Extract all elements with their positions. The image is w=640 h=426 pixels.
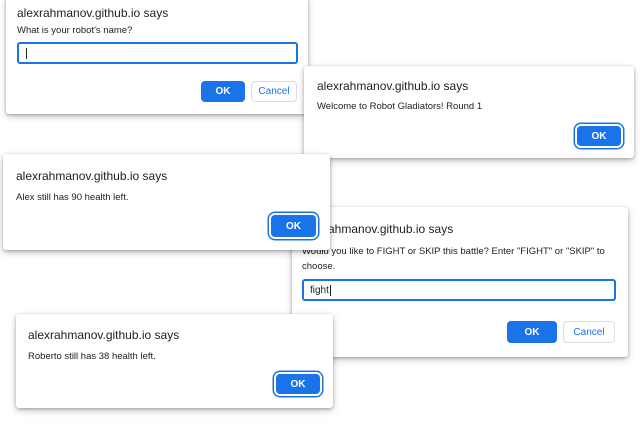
dialog-title: alexrahmanov.github.io says xyxy=(16,169,168,183)
robot-name-input[interactable] xyxy=(17,42,298,64)
robot-name-prompt-dialog: alexrahmanov.github.io says What is your… xyxy=(6,0,308,114)
alex-health-alert-dialog: alexrahmanov.github.io says Alex still h… xyxy=(3,154,330,250)
dialog-message: Welcome to Robot Gladiators! Round 1 xyxy=(317,101,483,112)
input-value: fight xyxy=(310,284,329,296)
ok-button[interactable]: OK xyxy=(201,81,245,102)
ok-button[interactable]: OK xyxy=(276,374,320,394)
dialog-message: What is your robot's name? xyxy=(17,25,133,36)
dialog-message: Alex still has 90 health left. xyxy=(16,192,129,203)
welcome-alert-dialog: alexrahmanov.github.io says Welcome to R… xyxy=(304,66,634,158)
ok-button[interactable]: OK xyxy=(271,215,316,237)
fight-or-skip-input[interactable]: fight xyxy=(302,279,616,301)
dialog-message: Would you like to FIGHT or SKIP this bat… xyxy=(302,246,605,272)
cancel-button[interactable]: Cancel xyxy=(563,321,615,343)
cancel-button[interactable]: Cancel xyxy=(251,81,297,102)
text-caret xyxy=(26,47,27,59)
dialog-title: alexrahmanov.github.io says xyxy=(28,328,180,342)
dialog-message: Roberto still has 38 health left. xyxy=(28,351,156,362)
text-caret xyxy=(329,284,331,296)
screen: alexrahmanov.github.io says What is your… xyxy=(0,0,640,426)
ok-button[interactable]: OK xyxy=(577,126,621,146)
roberto-health-alert-dialog: alexrahmanov.github.io says Roberto stil… xyxy=(16,314,333,408)
fight-or-skip-prompt-dialog: alexrahmanov.github.io says Would you li… xyxy=(292,207,628,357)
dialog-title: alexrahmanov.github.io says xyxy=(317,79,469,93)
ok-button[interactable]: OK xyxy=(507,321,557,343)
dialog-title: alexrahmanov.github.io says xyxy=(17,6,169,20)
